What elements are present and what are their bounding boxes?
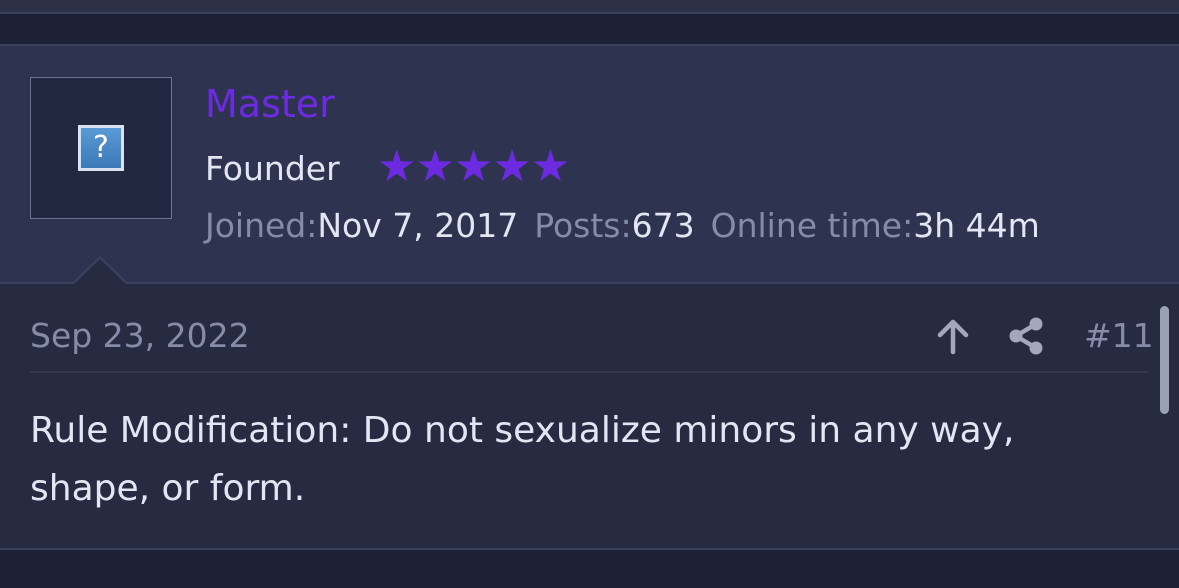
post-body-text: Rule Modification: Do not sexualize mino… (30, 410, 1015, 509)
upvote-arrow-icon[interactable] (934, 318, 972, 356)
avatar[interactable]: ? (30, 77, 172, 219)
scrollbar-thumb[interactable] (1160, 306, 1169, 414)
post-number-link[interactable]: #11 (1084, 314, 1154, 358)
share-icon[interactable] (1006, 316, 1046, 356)
post-gap (0, 14, 1179, 46)
missing-image-icon: ? (78, 125, 124, 171)
previous-post-edge (0, 0, 1179, 14)
post-header-separator (30, 371, 1148, 373)
post-gap-bottom (0, 550, 1179, 588)
post-date[interactable]: Sep 23, 2022 (30, 314, 250, 358)
user-stats: Joined:Nov 7, 2017 Posts:673 Online time:3… (205, 204, 1056, 248)
posts-value: 673 (631, 206, 695, 245)
joined-value: Nov 7, 2017 (317, 206, 519, 245)
online-time-value: 3h 44m (913, 206, 1040, 245)
online-time-label: Online time: (710, 206, 914, 245)
posts-label: Posts: (534, 206, 632, 245)
forum-page: ? Master Founder ★★★★★ Joined:Nov 7, 201… (0, 0, 1179, 588)
user-rank: Founder (205, 149, 340, 188)
rank-stars: ★★★★★ (377, 141, 570, 192)
username-link[interactable]: Master (205, 80, 335, 128)
speech-notch-fill (74, 259, 126, 284)
joined-label: Joined: (205, 206, 318, 245)
